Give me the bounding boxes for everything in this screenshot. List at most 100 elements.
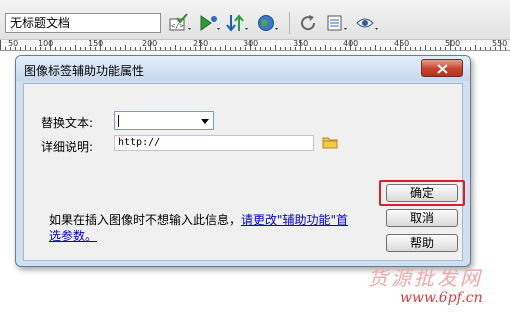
ok-button[interactable]: 确定 bbox=[386, 184, 458, 202]
ruler-tick bbox=[410, 47, 411, 50]
ruler-tick bbox=[290, 47, 291, 50]
ruler-tick bbox=[505, 47, 506, 50]
ruler-tick bbox=[420, 47, 421, 50]
ruler-tick bbox=[20, 47, 21, 50]
file-transfer-button[interactable] bbox=[225, 12, 251, 34]
ruler-tick bbox=[90, 47, 91, 50]
ruler-tick bbox=[265, 47, 266, 50]
refresh-icon bbox=[301, 15, 316, 31]
dialog-titlebar[interactable]: 图像标签辅助功能属性 bbox=[16, 56, 470, 81]
alt-text-combobox[interactable] bbox=[114, 111, 214, 130]
ruler-tick bbox=[25, 45, 26, 50]
ruler-tick bbox=[405, 47, 406, 50]
ruler-tick bbox=[500, 40, 501, 50]
visual-aids-button[interactable] bbox=[355, 12, 381, 34]
ruler-tick bbox=[375, 45, 376, 50]
ruler-tick bbox=[320, 47, 321, 50]
ruler-tick bbox=[335, 47, 336, 50]
ruler-tick bbox=[185, 47, 186, 50]
ruler-tick bbox=[305, 47, 306, 50]
ruler-tick bbox=[230, 47, 231, 50]
ruler-tick bbox=[480, 47, 481, 50]
ruler-tick bbox=[340, 47, 341, 50]
ruler-tick bbox=[70, 47, 71, 50]
file-transfer-icon bbox=[226, 14, 248, 32]
ruler-tick bbox=[15, 47, 16, 50]
browse-folder-icon[interactable] bbox=[322, 135, 338, 149]
ruler-tick bbox=[45, 47, 46, 50]
ruler-tick bbox=[270, 47, 271, 50]
ruler-tick bbox=[430, 47, 431, 50]
help-button[interactable]: 帮助 bbox=[386, 234, 458, 252]
ruler-tick bbox=[110, 47, 111, 50]
ruler-tick bbox=[465, 47, 466, 50]
ruler-tick bbox=[455, 47, 456, 50]
ruler-tick bbox=[75, 45, 76, 50]
alt-text-label: 替换文本: bbox=[41, 116, 94, 130]
ruler-tick bbox=[415, 47, 416, 50]
ruler-tick bbox=[445, 47, 446, 50]
ruler-tick bbox=[55, 47, 56, 50]
ruler-tick bbox=[40, 47, 41, 50]
ruler-tick bbox=[100, 40, 101, 50]
ruler-tick bbox=[400, 40, 401, 50]
ruler-tick bbox=[0, 40, 1, 50]
ruler-tick bbox=[175, 45, 176, 50]
ruler-tick bbox=[440, 47, 441, 50]
ruler-tick bbox=[250, 40, 251, 50]
ruler-tick bbox=[10, 47, 11, 50]
close-button[interactable] bbox=[421, 59, 463, 77]
watermark-url: www.6pf.cn bbox=[400, 290, 483, 306]
view-options-icon bbox=[327, 15, 347, 31]
dropdown-arrow-icon[interactable] bbox=[201, 119, 209, 124]
document-title-field[interactable]: 无标题文档 bbox=[5, 13, 161, 33]
ruler-tick bbox=[275, 45, 276, 50]
view-options-button[interactable] bbox=[325, 12, 351, 34]
ruler-tick bbox=[50, 40, 51, 50]
refresh-button[interactable] bbox=[296, 12, 322, 34]
image-accessibility-dialog: 图像标签辅助功能属性 替换文本: 详细说明: http:// 如果在插入图像时不… bbox=[15, 55, 471, 267]
ruler-tick bbox=[310, 47, 311, 50]
ruler-tick bbox=[350, 40, 351, 50]
ruler-tick bbox=[245, 47, 246, 50]
ruler-tick bbox=[190, 47, 191, 50]
ruler-tick bbox=[155, 47, 156, 50]
ruler-tick bbox=[315, 47, 316, 50]
ruler-tick bbox=[125, 45, 126, 50]
ruler-tick bbox=[450, 40, 451, 50]
document-toolbar: 无标题文档 </> bbox=[0, 0, 510, 40]
ruler-tick bbox=[260, 47, 261, 50]
ruler-tick bbox=[115, 47, 116, 50]
ruler-tick bbox=[495, 47, 496, 50]
ruler-tick bbox=[345, 47, 346, 50]
info-message: 如果在插入图像时不想输入此信息， bbox=[49, 213, 242, 227]
validate-button[interactable]: </> bbox=[168, 12, 194, 34]
ruler-label: 500 bbox=[445, 40, 461, 48]
dialog-content: 替换文本: 详细说明: http:// 如果在插入图像时不想输入此信息，请更改"… bbox=[23, 83, 465, 261]
ruler-tick bbox=[435, 47, 436, 50]
browser-check-button[interactable] bbox=[256, 12, 282, 34]
ruler-tick bbox=[135, 47, 136, 50]
text-caret bbox=[118, 115, 119, 127]
ruler-tick bbox=[365, 47, 366, 50]
preview-button[interactable] bbox=[198, 12, 224, 34]
ruler-tick bbox=[360, 47, 361, 50]
validate-icon: </> bbox=[169, 13, 191, 31]
long-description-input[interactable]: http:// bbox=[114, 135, 314, 151]
ruler-tick bbox=[390, 47, 391, 50]
ruler-tick bbox=[380, 47, 381, 50]
horizontal-ruler: 50 100 150 200 250 300 350 400 450 500 5… bbox=[0, 40, 510, 51]
cancel-button[interactable]: 取消 bbox=[386, 209, 458, 227]
ruler-tick bbox=[35, 47, 36, 50]
ruler-tick bbox=[65, 47, 66, 50]
ruler-tick bbox=[285, 47, 286, 50]
ruler-tick bbox=[165, 47, 166, 50]
close-icon bbox=[437, 64, 448, 74]
ruler-tick bbox=[95, 47, 96, 50]
ruler-tick bbox=[85, 47, 86, 50]
ruler-tick bbox=[195, 47, 196, 50]
ruler-tick bbox=[150, 40, 151, 50]
ruler-tick bbox=[460, 47, 461, 50]
ruler-tick bbox=[60, 47, 61, 50]
svg-text:</>: </> bbox=[171, 22, 184, 30]
